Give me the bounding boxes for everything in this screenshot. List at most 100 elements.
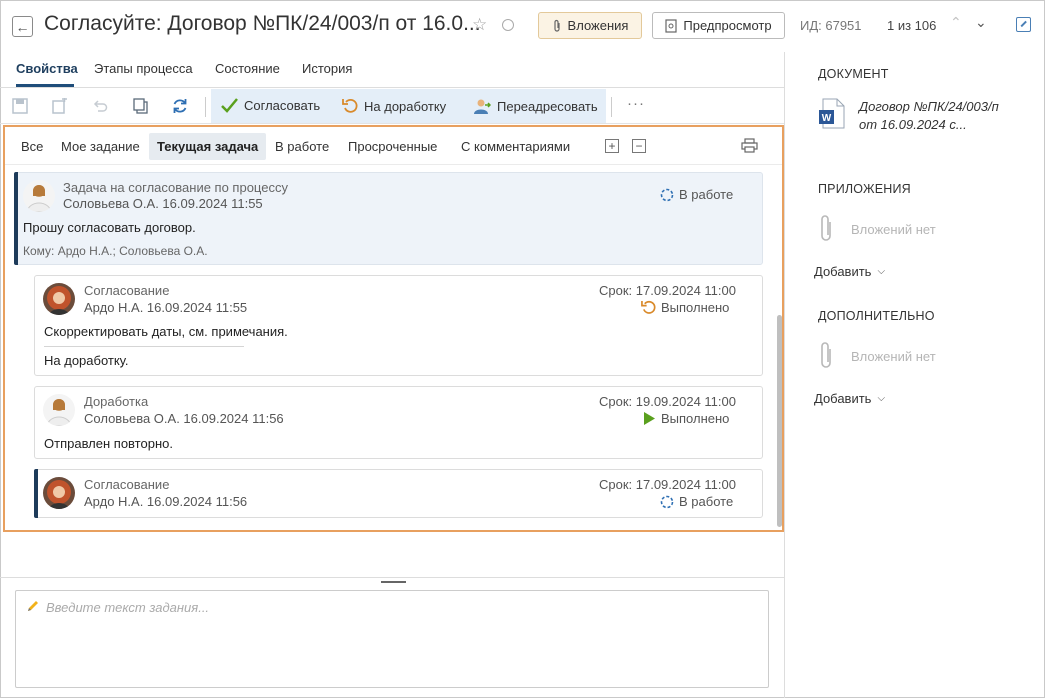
preview-button[interactable]: Предпросмотр	[652, 12, 785, 39]
main-task-card[interactable]: Задача на согласование по процессу Солов…	[14, 172, 763, 265]
expand-all-icon[interactable]: +	[605, 139, 619, 153]
rework-button[interactable]: На доработку	[342, 98, 446, 114]
tab-history[interactable]: История	[302, 61, 352, 76]
play-icon	[644, 412, 655, 425]
approve-button[interactable]: Согласовать	[221, 98, 320, 113]
task-author: Соловьева О.А. 16.09.2024 11:55	[63, 196, 263, 211]
due-date: Срок: 17.09.2024 11:00	[598, 477, 736, 492]
task-type: Доработка	[84, 394, 149, 409]
print-icon[interactable]	[741, 138, 758, 153]
paperclip-icon	[553, 19, 560, 32]
avatar	[43, 477, 75, 509]
document-heading: ДОКУМЕНТ	[818, 67, 889, 81]
attachments-label: Вложения	[567, 18, 629, 33]
tab-properties[interactable]: Свойства	[16, 61, 78, 76]
filter-current-task[interactable]: Текущая задача	[149, 133, 267, 160]
status-badge: Выполнено	[641, 300, 729, 315]
add-attachment-button[interactable]: Добавить ⌵	[814, 264, 885, 279]
open-external-icon[interactable]	[1016, 17, 1031, 32]
right-sidebar: ДОКУМЕНТ W Договор №ПК/24/003/п от 16.09…	[784, 52, 1045, 698]
preview-label: Предпросмотр	[683, 18, 772, 33]
avatar	[43, 394, 75, 426]
task-text: Прошу согласовать договор.	[23, 220, 196, 235]
filter-in-progress[interactable]: В работе	[275, 139, 329, 154]
save-icon[interactable]	[12, 98, 28, 114]
feed-filters: Все Мое задание Текущая задача В работе …	[5, 127, 782, 165]
filter-with-comments[interactable]: С комментариями	[461, 139, 570, 154]
status-badge: В работе	[660, 187, 733, 202]
active-tab-indicator	[16, 84, 74, 87]
task-result: На доработку.	[44, 353, 129, 368]
due-date: Срок: 19.09.2024 11:00	[598, 394, 736, 409]
action-group: Согласовать На доработку Переадресовать	[211, 89, 606, 123]
in-progress-icon	[660, 495, 674, 508]
task-text-composer[interactable]	[15, 590, 769, 688]
paperclip-icon	[821, 342, 831, 368]
list-item[interactable]: Согласование Ардо Н.А. 16.09.2024 11:55 …	[34, 275, 763, 376]
add-extra-button[interactable]: Добавить ⌵	[814, 391, 885, 406]
toolbar: Согласовать На доработку Переадресовать …	[0, 89, 784, 124]
avatar	[43, 283, 75, 315]
rework-label: На доработку	[364, 98, 447, 114]
copy-icon[interactable]	[133, 98, 149, 114]
task-comment: Скорректировать даты, см. примечания.	[44, 324, 288, 339]
divider	[44, 346, 244, 347]
svg-text:W: W	[822, 113, 832, 124]
save-as-icon[interactable]	[52, 98, 68, 114]
in-progress-icon	[660, 188, 674, 201]
filter-overdue[interactable]: Просроченные	[348, 139, 437, 154]
redirect-button[interactable]: Переадресовать	[473, 98, 598, 114]
task-type: Согласование	[84, 283, 170, 298]
document-id: ИД: 67951	[800, 18, 862, 33]
chevron-down-icon[interactable]: ⌄	[975, 14, 987, 31]
list-item[interactable]: Доработка Соловьева О.А. 16.09.2024 11:5…	[34, 386, 763, 459]
user-redirect-icon	[474, 99, 491, 114]
paperclip-icon	[821, 215, 831, 241]
page-title: Согласуйте: Договор №ПК/24/003/п от 16.0…	[44, 12, 481, 35]
attachments-button[interactable]: Вложения	[538, 12, 642, 39]
word-document-icon[interactable]: W	[819, 98, 845, 129]
task-text-input[interactable]	[46, 597, 746, 617]
collapse-all-icon[interactable]: −	[632, 139, 646, 153]
rework-icon	[641, 300, 656, 314]
document-link[interactable]: Договор №ПК/24/003/п от 16.09.2024 с...	[859, 98, 1019, 134]
tab-process-stages[interactable]: Этапы процесса	[94, 61, 193, 76]
arrow-left-icon: ←	[15, 18, 30, 35]
star-icon[interactable]: ☆	[472, 15, 487, 35]
filter-my-task[interactable]: Мое задание	[61, 139, 140, 154]
pencil-icon	[28, 601, 38, 611]
task-author: Ардо Н.А. 16.09.2024 11:55	[84, 300, 248, 315]
toolbar-divider	[205, 97, 206, 117]
attachments-empty: Вложений нет	[851, 222, 936, 237]
attachments-heading: ПРИЛОЖЕНИЯ	[818, 182, 911, 196]
tab-state[interactable]: Состояние	[215, 61, 280, 76]
check-icon	[221, 98, 238, 113]
filter-all[interactable]: Все	[21, 139, 43, 154]
back-button[interactable]: ←	[12, 16, 33, 37]
tab-bar: Свойства Этапы процесса Состояние Истори…	[0, 52, 784, 88]
more-icon[interactable]: ···	[627, 95, 645, 112]
rework-icon	[342, 98, 358, 113]
task-type: Задача на согласование по процессу	[63, 180, 288, 195]
list-item[interactable]: Согласование Ардо Н.А. 16.09.2024 11:56 …	[34, 469, 763, 518]
task-type: Согласование	[84, 477, 170, 492]
feed-scrollbar[interactable]	[777, 315, 782, 527]
refresh-icon[interactable]	[172, 98, 188, 114]
redirect-label: Переадресовать	[497, 98, 598, 114]
extra-heading: ДОПОЛНИТЕЛЬНО	[818, 309, 935, 323]
card-accent-bar	[14, 172, 18, 265]
chevron-up-icon[interactable]: ⌃	[950, 14, 962, 31]
header: ← Согласуйте: Договор №ПК/24/003/п от 16…	[0, 0, 1045, 52]
approve-label: Согласовать	[244, 98, 321, 113]
avatar	[23, 180, 55, 212]
task-author: Ардо Н.А. 16.09.2024 11:56	[84, 494, 248, 509]
status-badge: В работе	[660, 494, 733, 509]
toolbar-divider	[611, 97, 612, 117]
resize-handle[interactable]	[381, 581, 406, 583]
splitter	[0, 577, 784, 578]
task-feed: Все Мое задание Текущая задача В работе …	[3, 125, 784, 532]
status-badge: Выполнено	[643, 411, 729, 426]
undo-icon[interactable]	[92, 98, 108, 114]
status-circle-icon[interactable]	[502, 19, 514, 31]
task-comment: Отправлен повторно.	[44, 436, 173, 451]
